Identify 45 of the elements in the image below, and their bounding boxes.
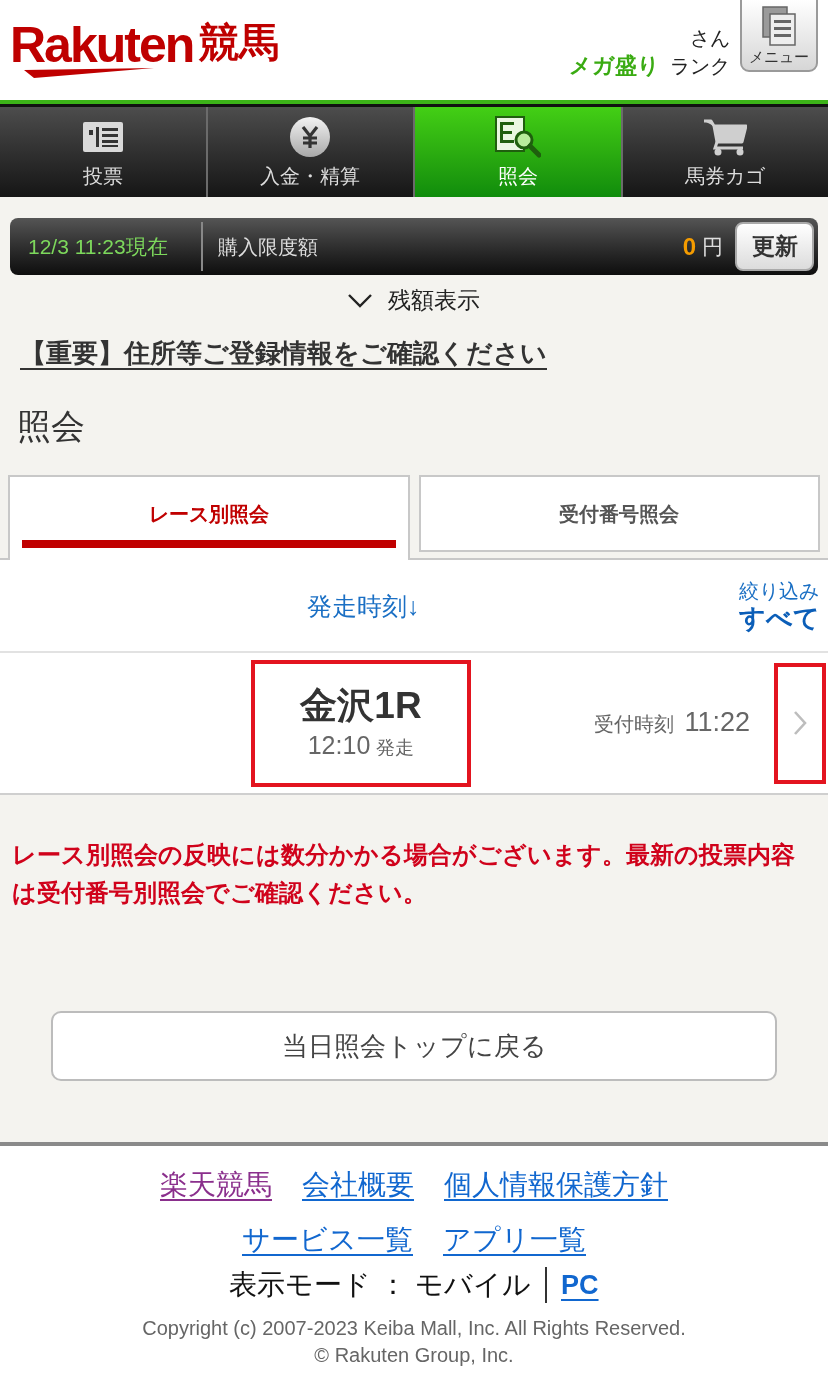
logo-wordmark: Rakuten xyxy=(10,20,194,70)
page-title: 照会 xyxy=(17,406,86,446)
footer-link[interactable]: 楽天競馬 xyxy=(160,1165,272,1205)
race-name: 金沢1R xyxy=(300,683,422,728)
notice-link[interactable]: 【重要】住所等ご登録情報をご確認ください xyxy=(20,338,547,368)
timestamp: 12/3 11:23現在 xyxy=(10,222,203,271)
document-magnifier-icon xyxy=(494,116,541,158)
copyright-text: Copyright (c) 2007-2023 Keiba Mall, Inc. All Rights Reserved. xyxy=(142,1316,686,1341)
menu-button[interactable]: メニュー xyxy=(740,0,818,72)
tab[interactable]: 受付番号照会 xyxy=(418,475,820,552)
post-time: 12:10 xyxy=(307,729,371,761)
back-button[interactable]: 当日照会トップに戻る xyxy=(51,1011,777,1081)
currency-unit: 円 xyxy=(702,233,723,260)
sort-link[interactable]: 発走時刻↓ xyxy=(306,589,420,622)
logo-service-name: 競馬 xyxy=(199,20,280,64)
warning-message: レース別照会の反映には数分かかる場合がございます。最新の投票内容は受付番号別照会でご確認ください。 xyxy=(11,840,796,908)
balance-toggle[interactable]: 残額表示 xyxy=(348,278,480,323)
refresh-button[interactable]: 更新 xyxy=(735,222,814,271)
filter-label: 絞り込み xyxy=(739,578,819,603)
tab[interactable]: レース別照会 xyxy=(8,475,410,560)
rank-label: ランク xyxy=(670,54,730,79)
nav-tab[interactable]: 照会 xyxy=(413,107,621,197)
post-time-label: 発走 xyxy=(376,735,415,760)
rank-name: メガ盛り xyxy=(569,52,660,80)
user-honorific: さん xyxy=(690,26,730,51)
yen-coin-icon xyxy=(290,117,331,157)
footer-link[interactable]: サービス一覧 xyxy=(242,1220,413,1260)
received-time: 11:22 xyxy=(684,706,750,738)
nav-tab[interactable]: 馬券カゴ xyxy=(620,107,828,197)
pc-mode-link[interactable]: PC xyxy=(561,1265,599,1305)
limit-label: 購入限度額 xyxy=(217,234,319,260)
ballot-sheet-icon xyxy=(82,122,123,152)
shopping-cart-icon xyxy=(703,118,748,156)
race-row[interactable]: 金沢1R 12:10 発走 受付時刻 11:22 xyxy=(0,653,828,795)
limit-amount: 0 xyxy=(682,232,696,261)
footer-link[interactable]: 個人情報保護方針 xyxy=(444,1165,668,1205)
received-time-label: 受付時刻 xyxy=(594,712,675,737)
nav-tab[interactable]: 投票 xyxy=(0,107,206,197)
display-mode-label: 表示モード ： モバイル xyxy=(229,1268,531,1302)
copyright-text: © Rakuten Group, Inc. xyxy=(314,1343,514,1368)
documents-icon xyxy=(762,6,796,46)
chevron-right-icon xyxy=(793,710,807,736)
filter-link[interactable]: すべて xyxy=(738,602,820,633)
footer-link[interactable]: 会社概要 xyxy=(302,1165,414,1205)
footer-link[interactable]: アプリ一覧 xyxy=(443,1220,586,1260)
